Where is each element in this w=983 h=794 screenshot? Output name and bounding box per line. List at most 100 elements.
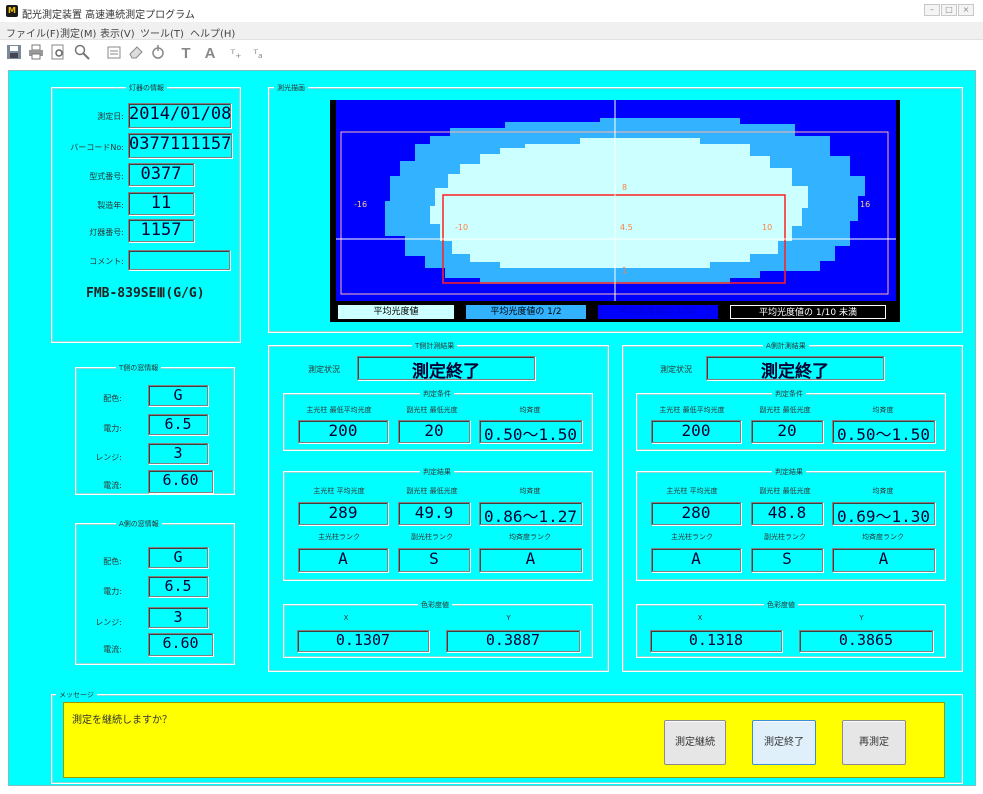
- text-box-icon[interactable]: [104, 44, 124, 64]
- menu-view[interactable]: 表示(V): [100, 25, 135, 40]
- t-criteria-h1: 主光柱 最低平均光度: [306, 406, 372, 414]
- minimize-icon[interactable]: –: [924, 4, 940, 16]
- menu-tools[interactable]: ツール(T): [140, 25, 184, 40]
- save-icon[interactable]: [4, 44, 24, 64]
- label-right-inner: 10: [762, 223, 772, 232]
- fixture-info-title: 灯器の情報: [126, 83, 167, 93]
- t-result-h3: 均斉度: [519, 487, 541, 495]
- a-result-v2: 48.8: [751, 502, 823, 525]
- toolbar: T A ᵀ₊ ᵀₐ: [0, 40, 983, 68]
- a-status-field: 測定終了: [706, 356, 884, 382]
- message-text: 測定を継続しますか？: [72, 715, 172, 726]
- a-criteria-v3: 0.50～1.50: [832, 420, 935, 444]
- a-chroma-hy: Y: [859, 614, 864, 622]
- a-result-v1: 280: [651, 502, 741, 525]
- t-chroma-hx: X: [343, 614, 349, 622]
- t-rank-h1: 主光柱ランク: [318, 533, 360, 541]
- close-icon[interactable]: ×: [958, 4, 974, 16]
- t-result-v1: 289: [298, 502, 388, 525]
- t-result-h2: 副光柱 最低光度: [406, 487, 458, 495]
- t-criteria-v1: 200: [298, 420, 388, 443]
- year-field: 11: [128, 192, 194, 215]
- label-left-inner: -10: [455, 223, 468, 232]
- plot-canvas: -16 16 -10 10 4.5 8 1 平均光度値 平均光度値の 1/2 平…: [330, 96, 900, 322]
- label-top: 8: [622, 183, 627, 192]
- message-area: 測定を継続しますか？ 測定継続 測定終了 再測定: [63, 702, 945, 778]
- a-result-v3: 0.69～1.30: [832, 502, 935, 526]
- intensity-plot: -16 16 -10 10 4.5 8 1: [330, 96, 900, 301]
- menu-help[interactable]: ヘルプ(H): [190, 25, 235, 40]
- model-field: 0377: [128, 163, 194, 186]
- app-icon: M: [6, 5, 18, 17]
- t-criteria-h2: 副光柱 最低光度: [406, 406, 458, 414]
- comment-field[interactable]: [128, 250, 230, 270]
- a-chroma-y: 0.3865: [799, 630, 933, 652]
- text-small-t-icon[interactable]: ᵀ₊: [226, 44, 246, 64]
- a-color-field: G: [148, 547, 208, 568]
- label-bottom: 1: [622, 266, 627, 275]
- remeasure-button[interactable]: 再測定: [842, 720, 906, 765]
- t-result-title: T側計測結果: [412, 341, 458, 351]
- maximize-icon[interactable]: □: [941, 4, 957, 16]
- a-rank-v1: A: [651, 548, 741, 572]
- rotate-icon[interactable]: [148, 44, 168, 64]
- zoom-icon[interactable]: [72, 44, 92, 64]
- a-range-field: 3: [148, 607, 208, 628]
- a-result-h1: 主光柱 平均光度: [666, 487, 718, 495]
- a-color-label: 配色:: [103, 557, 122, 566]
- t-current-label: 電流:: [103, 481, 122, 490]
- label-left-outer: -16: [354, 200, 367, 209]
- model-name: FMB-839SEⅢ(G/G): [86, 286, 205, 301]
- t-window-title: T側の窓情報: [116, 363, 162, 373]
- date-field: 2014/01/08: [128, 103, 231, 128]
- title-bar: M 配光測定装置 高速連続測定プログラム – □ ×: [0, 0, 983, 22]
- year-label: 製造年:: [97, 201, 124, 210]
- menu-file[interactable]: ファイル(F): [6, 25, 60, 40]
- t-criteria-h3: 均斉度: [519, 406, 541, 414]
- t-chroma-title: 色彩度値: [418, 600, 452, 610]
- a-judge-title: 判定結果: [772, 467, 806, 477]
- a-rank-v3: A: [832, 548, 935, 572]
- a-rank-h3: 均斉度ランク: [862, 533, 904, 541]
- model-label: 型式番号:: [89, 172, 124, 181]
- date-label: 測定日:: [97, 112, 124, 121]
- t-status-label: 測定状況: [308, 365, 340, 374]
- a-power-label: 電力:: [103, 587, 122, 596]
- t-power-field: 6.5: [148, 414, 208, 435]
- a-result-title: A側計測結果: [763, 341, 809, 351]
- label-right-outer: 16: [860, 200, 870, 209]
- barcode-field: 0377111157: [128, 133, 232, 158]
- text-t-icon[interactable]: T: [176, 44, 196, 64]
- barcode-label: バーコードNo:: [70, 143, 124, 152]
- t-result-v2: 49.9: [398, 502, 470, 525]
- continue-measurement-button[interactable]: 測定継続: [664, 720, 726, 765]
- t-chroma-hy: Y: [506, 614, 511, 622]
- a-chroma-title: 色彩度値: [764, 600, 798, 610]
- a-result-h3: 均斉度: [872, 487, 894, 495]
- text-small-a-icon[interactable]: ᵀₐ: [248, 44, 268, 64]
- t-rank-v2: S: [398, 548, 470, 572]
- a-window-title: A側の窓情報: [116, 519, 162, 529]
- t-result-v3: 0.86～1.27: [479, 502, 582, 526]
- a-current-field: 6.60: [148, 633, 213, 656]
- menu-measure[interactable]: 測定(M): [60, 25, 96, 40]
- legend-half: 平均光度値の 1/2: [466, 305, 586, 319]
- a-power-field: 6.5: [148, 576, 208, 597]
- eraser-icon[interactable]: [126, 44, 146, 64]
- finish-measurement-button[interactable]: 測定終了: [752, 720, 816, 765]
- print-icon[interactable]: [26, 44, 46, 64]
- a-criteria-v2: 20: [751, 420, 823, 443]
- t-color-field: G: [148, 385, 208, 406]
- serial-label: 灯器番号:: [89, 228, 124, 237]
- print-preview-icon[interactable]: [48, 44, 68, 64]
- message-title: メッセージ: [56, 690, 97, 700]
- a-criteria-title: 判定条件: [772, 389, 806, 399]
- a-chroma-hx: X: [697, 614, 703, 622]
- plot-title: 測光描画: [274, 83, 308, 93]
- serial-field: 1157: [128, 219, 194, 242]
- legend-average: 平均光度値: [338, 305, 454, 319]
- comment-label: コメント:: [89, 257, 124, 266]
- label-center: 4.5: [620, 223, 633, 232]
- legend-below-tenth: 平均光度値の 1/10 未満: [730, 305, 886, 319]
- text-a-icon[interactable]: A: [200, 44, 220, 64]
